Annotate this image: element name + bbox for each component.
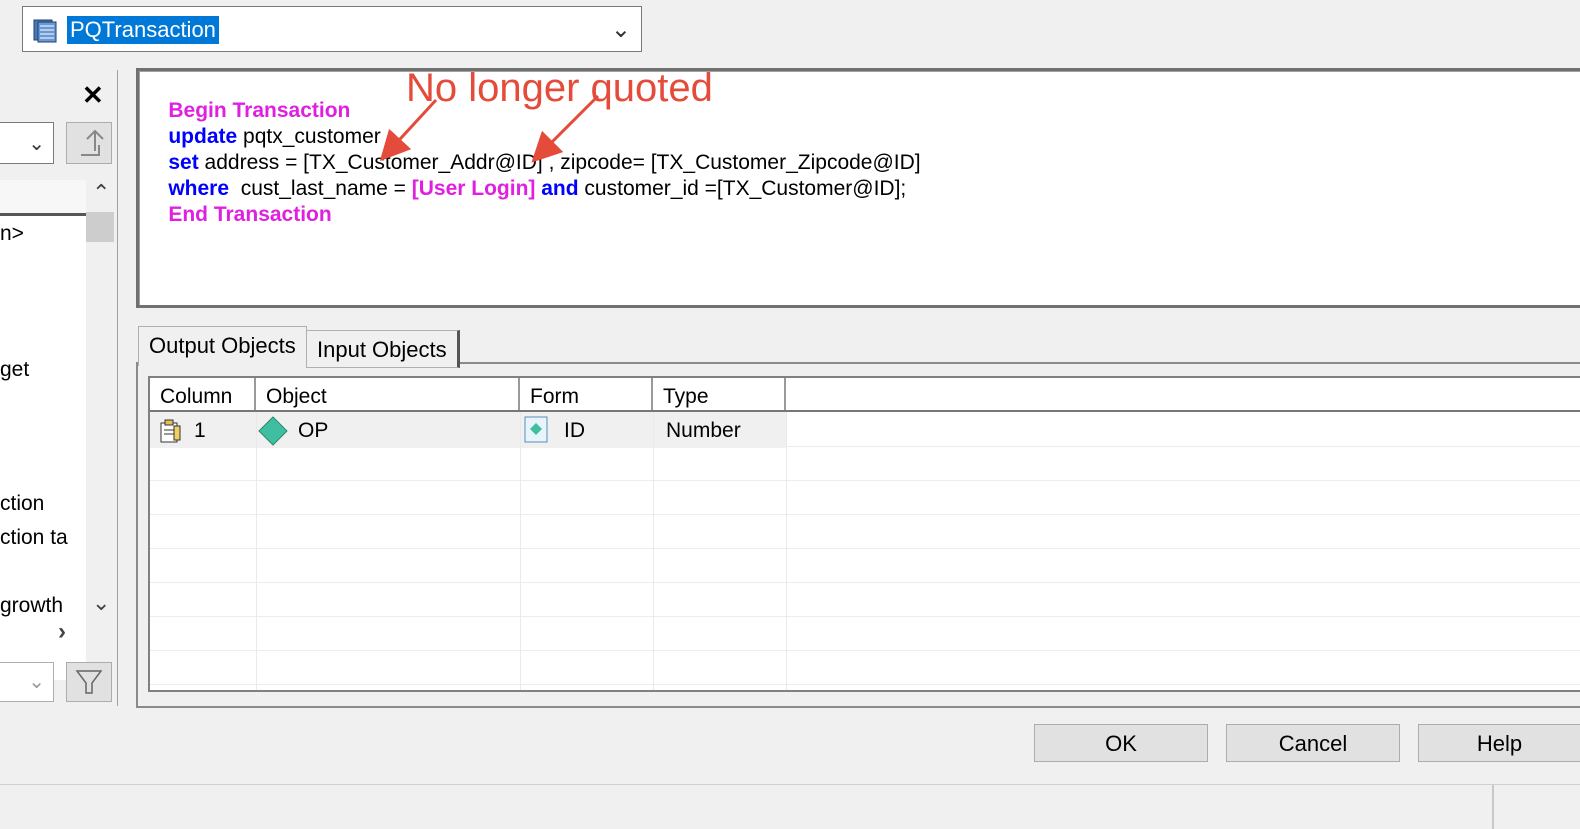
column-header-column[interactable]: Column [150,378,256,410]
cell-type: Number [666,419,741,442]
table-row[interactable] [150,514,1580,549]
clipboard-icon [160,419,181,443]
column-divider [786,412,787,690]
column-header-type[interactable]: Type [653,378,786,410]
table-row[interactable]: 1 OP ID Number [150,412,1580,448]
status-bar-separator [1492,785,1494,829]
arrow-icon [531,94,600,163]
cell-column: 1 [194,419,206,442]
table-row[interactable] [150,548,1580,583]
table-row[interactable] [150,650,1580,685]
tab-output-objects[interactable]: Output Objects [138,326,307,366]
cancel-button[interactable]: Cancel [1226,724,1400,762]
ok-button[interactable]: OK [1034,724,1208,762]
cell-form: ID [564,419,585,442]
tab-input-objects[interactable]: Input Objects [306,330,460,368]
table-row[interactable] [150,480,1580,515]
column-header-form[interactable]: Form [520,378,653,410]
status-bar [0,784,1580,829]
column-header-object[interactable]: Object [256,378,520,410]
column-divider [256,412,257,690]
output-objects-grid[interactable]: Column Object Form Type 1 OP ID Number [148,376,1580,692]
table-row[interactable] [150,616,1580,651]
column-divider [653,412,654,690]
grid-header: Column Object Form Type [150,378,1580,412]
diamond-icon [258,416,288,446]
arrow-icon [379,98,438,162]
cell-object: OP [298,419,329,442]
form-icon [524,416,548,443]
table-row[interactable] [150,446,1580,481]
help-button[interactable]: Help [1418,724,1580,762]
table-row[interactable] [150,582,1580,617]
column-divider [520,412,521,690]
